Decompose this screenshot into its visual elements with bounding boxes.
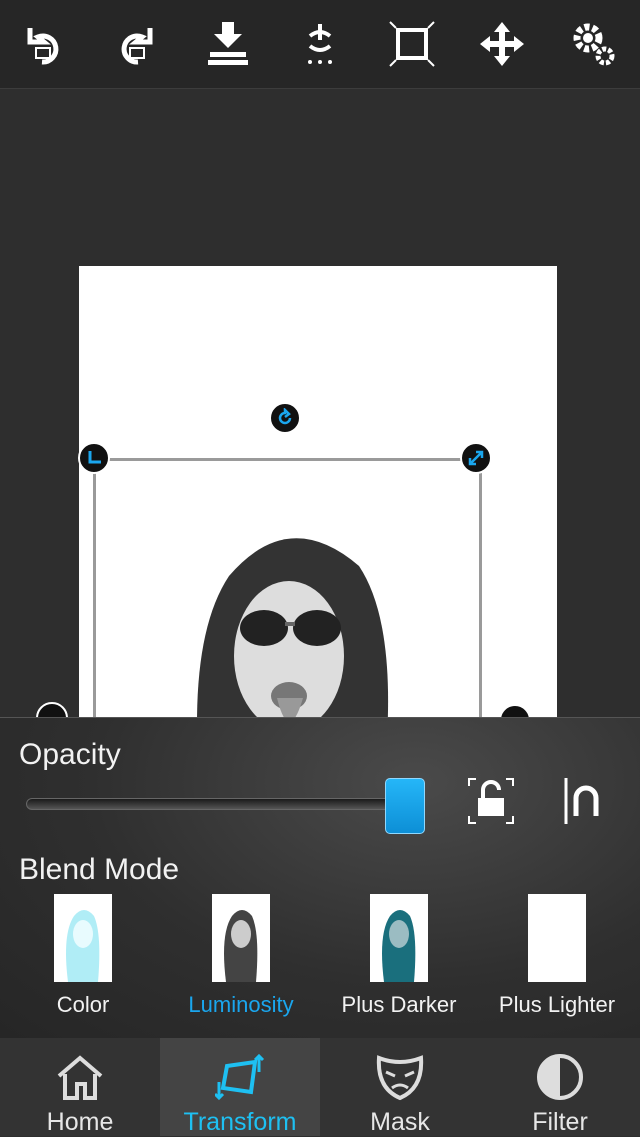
mask-icon bbox=[376, 1055, 424, 1101]
top-toolbar bbox=[0, 0, 640, 89]
blend-mode-plus-darker[interactable]: Plus Darker bbox=[324, 894, 474, 1024]
corner-icon bbox=[88, 451, 101, 464]
snap-icon[interactable] bbox=[560, 776, 604, 826]
blend-thumb-plus-lighter bbox=[528, 894, 586, 982]
tab-mask[interactable]: Mask bbox=[320, 1038, 480, 1136]
handle-bottom-left[interactable] bbox=[36, 702, 68, 717]
flip-button[interactable] bbox=[290, 14, 350, 74]
blend-label-plus-darker: Plus Darker bbox=[341, 992, 457, 1017]
tab-home-label: Home bbox=[46, 1108, 114, 1136]
flip-icon bbox=[308, 24, 332, 64]
tab-transform[interactable]: Transform bbox=[160, 1038, 320, 1136]
rotate-handle[interactable] bbox=[269, 402, 301, 434]
unlock-icon[interactable] bbox=[466, 776, 516, 826]
blend-mode-luminosity[interactable]: Luminosity bbox=[166, 894, 316, 1024]
settings-button[interactable] bbox=[564, 14, 624, 74]
corner-handle-top-left[interactable] bbox=[78, 442, 110, 474]
home-icon bbox=[57, 1055, 103, 1100]
tab-home[interactable]: Home bbox=[0, 1038, 160, 1136]
tab-filter[interactable]: Filter bbox=[480, 1038, 640, 1136]
rotate-icon bbox=[278, 408, 292, 425]
fit-icon bbox=[389, 21, 435, 67]
resize-icon bbox=[468, 450, 484, 466]
download-icon bbox=[208, 22, 248, 65]
document-canvas[interactable] bbox=[36, 266, 557, 717]
transform-icon bbox=[215, 1053, 265, 1101]
move-button[interactable] bbox=[472, 14, 532, 74]
layer-options-panel: Opacity Blend Mode Color Luminosity Plus… bbox=[0, 717, 640, 1038]
redo-icon bbox=[121, 28, 153, 65]
scale-handle-top-right[interactable] bbox=[460, 442, 492, 474]
download-button[interactable] bbox=[198, 14, 258, 74]
blend-mode-color[interactable]: Color bbox=[8, 894, 158, 1024]
settings-icon bbox=[573, 23, 615, 66]
blend-thumb-color bbox=[54, 894, 112, 982]
tab-filter-label: Filter bbox=[532, 1108, 588, 1136]
tab-transform-label: Transform bbox=[183, 1108, 297, 1136]
blend-thumb-plus-darker bbox=[370, 894, 428, 982]
tab-mask-label: Mask bbox=[370, 1108, 430, 1136]
blend-label-plus-lighter: Plus Lighter bbox=[498, 992, 616, 1017]
blend-mode-plus-lighter[interactable]: Plus Lighter bbox=[482, 894, 632, 1024]
handle-bottom-right[interactable] bbox=[499, 704, 531, 717]
redo-button[interactable] bbox=[106, 14, 166, 74]
bottom-tab-bar: Home Transform Mask Filter bbox=[0, 1038, 640, 1136]
opacity-slider-thumb[interactable] bbox=[385, 778, 425, 834]
opacity-slider-track[interactable] bbox=[26, 798, 408, 810]
blend-mode-label: Blend Mode bbox=[19, 853, 180, 886]
filter-icon bbox=[537, 1054, 583, 1100]
blend-label-luminosity: Luminosity bbox=[188, 992, 294, 1017]
blend-thumb-luminosity bbox=[212, 894, 270, 982]
undo-button[interactable] bbox=[14, 14, 74, 74]
canvas-area[interactable] bbox=[0, 89, 640, 717]
move-icon bbox=[480, 22, 524, 66]
opacity-label: Opacity bbox=[19, 738, 121, 771]
blend-label-color: Color bbox=[56, 992, 110, 1017]
fit-button[interactable] bbox=[382, 14, 442, 74]
layer-photo[interactable] bbox=[159, 516, 419, 717]
undo-icon bbox=[27, 28, 59, 65]
